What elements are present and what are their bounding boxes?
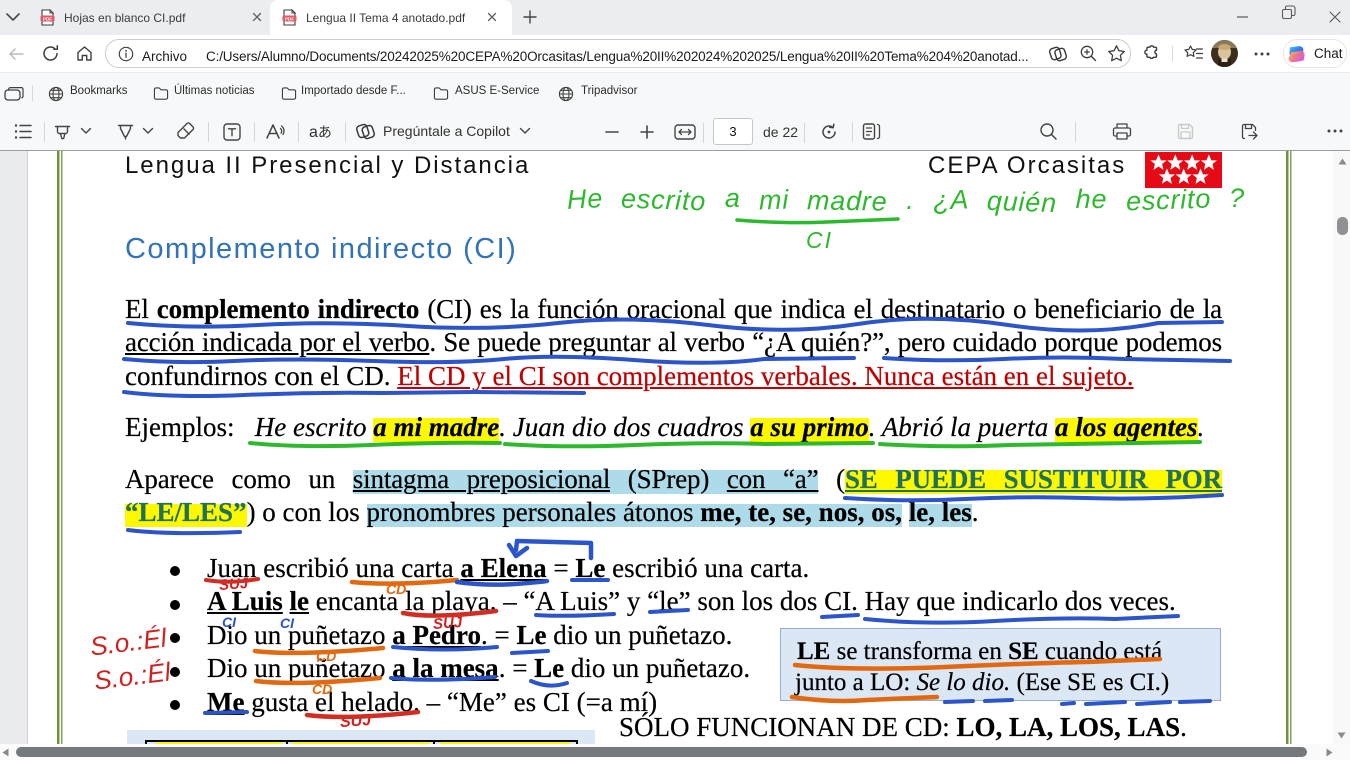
svg-text:PDF: PDF [43,16,52,21]
svg-text:PDF: PDF [285,16,294,21]
